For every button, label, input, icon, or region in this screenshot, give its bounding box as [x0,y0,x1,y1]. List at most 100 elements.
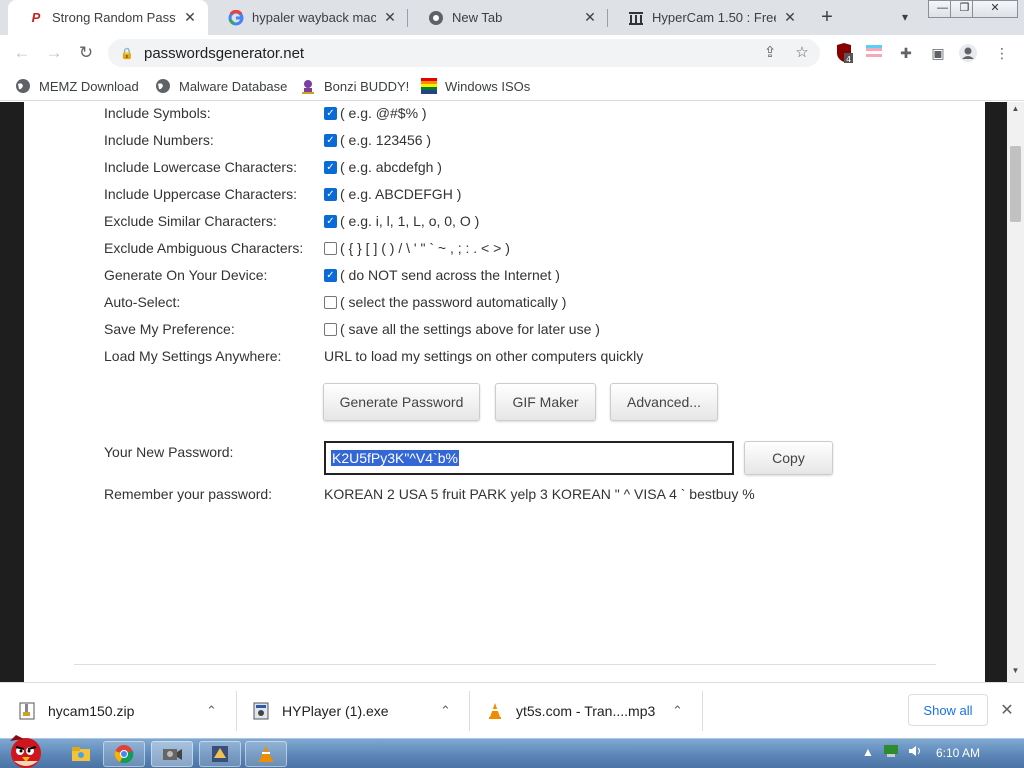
reload-icon[interactable]: ↻ [74,41,98,65]
scroll-down-arrow-icon[interactable]: ▼ [1007,664,1024,678]
download-item-yt5s[interactable]: yt5s.com - Tran....mp3 ⌃ [486,683,702,739]
option-label: Load My Settings Anywhere: [104,348,282,364]
option-include-numbers: Include Numbers: ✓( e.g. 123456 ) [104,130,431,150]
extensions-puzzle-icon[interactable]: ✚ [896,43,916,63]
chevron-up-icon[interactable]: ⌃ [440,703,451,719]
scroll-up-arrow-icon[interactable]: ▲ [1007,102,1024,116]
hyplayer-taskbar-icon[interactable] [199,741,241,767]
bookmark-label: MEMZ Download [39,78,139,94]
close-icon[interactable]: ✕ [582,9,598,26]
option-label: Exclude Ambiguous Characters: [104,240,304,256]
close-icon[interactable]: ✕ [382,9,398,26]
include-uppercase-checkbox[interactable]: ✓ [324,187,337,201]
address-bar[interactable]: 🔒 passwordsgenerator.net ⇪ ☆ [108,39,820,67]
tab-strong-random-password[interactable]: P Strong Random Passw ✕ [8,0,208,35]
windows-flag-icon [421,78,437,94]
bookmark-label: Windows ISOs [445,78,531,94]
tab-strip: P Strong Random Passw ✕ hypaler wayback … [0,0,1024,35]
copy-button[interactable]: Copy [744,441,833,475]
passwordsgenerator-favicon: P [31,10,41,25]
option-hint: ( { } [ ] ( ) / \ ' " ` ~ , ; : . < > ) [340,240,510,256]
hypercam-taskbar-icon[interactable] [151,741,193,767]
include-symbols-checkbox[interactable]: ✓ [324,106,337,120]
network-tray-icon[interactable] [884,745,898,760]
gif-maker-button[interactable]: GIF Maker [495,383,596,421]
address-url[interactable]: passwordsgenerator.net [144,45,304,62]
bookmarks-bar: MEMZ Download Malware Database Bonzi BUD… [0,71,1024,101]
ublock-shield-icon[interactable]: 4 [834,43,854,64]
download-filename: HYPlayer (1).exe [282,703,389,719]
option-hint: ( e.g. ABCDEFGH ) [340,186,462,202]
password-field[interactable]: K2U5fPy3K"^V4`b% [324,441,734,475]
vlc-cone-icon [486,702,504,720]
chevron-up-icon[interactable]: ⌃ [672,703,683,719]
bookmark-memz-download[interactable]: MEMZ Download [15,76,139,96]
close-icon[interactable]: ✕ [182,9,198,26]
menu-kebab-icon[interactable]: ⋮ [992,43,1012,63]
generate-password-button[interactable]: Generate Password [323,383,480,421]
taskbar-clock[interactable]: 6:10 AM [936,746,980,760]
bookmark-label: Bonzi BUDDY! [324,78,410,94]
option-exclude-ambiguous: Exclude Ambiguous Characters: ( { } [ ] … [104,238,510,258]
tab-search-chevron-icon[interactable]: ▾ [895,7,915,27]
option-label: Include Numbers: [104,132,214,148]
option-save-preference: Save My Preference: ( save all the setti… [104,319,600,339]
volume-tray-icon[interactable] [908,745,922,760]
load-settings-url-text[interactable]: URL to load my settings on other compute… [324,348,643,364]
password-value[interactable]: K2U5fPy3K"^V4`b% [331,450,459,466]
option-include-uppercase: Include Uppercase Characters: ✓( e.g. AB… [104,184,461,204]
close-icon[interactable]: ✕ [997,700,1017,720]
extension-flag-icon[interactable] [864,43,884,63]
window-close-button[interactable]: ✕ [972,0,1018,18]
chrome-taskbar-icon[interactable] [103,741,145,767]
tab-hypaler-wayback[interactable]: hypaler wayback machi ✕ [208,0,408,35]
bookmark-malware-database[interactable]: Malware Database [155,76,287,96]
divider [74,664,936,665]
vlc-taskbar-icon[interactable] [245,741,287,767]
share-icon[interactable]: ⇪ [760,43,780,63]
option-include-lowercase: Include Lowercase Characters: ✓( e.g. ab… [104,157,442,177]
bookmark-star-icon[interactable]: ☆ [792,43,812,63]
bookmark-windows-isos[interactable]: Windows ISOs [421,76,530,96]
option-exclude-similar: Exclude Similar Characters: ✓( e.g. i, l… [104,211,479,231]
download-item-hyplayer[interactable]: HYPlayer (1).exe ⌃ [252,683,468,739]
profile-avatar-icon[interactable] [958,43,978,63]
globe-icon [155,78,171,94]
tab-title: hypaler wayback machi [252,10,376,25]
generate-on-device-checkbox[interactable]: ✓ [324,268,337,282]
download-item-hycam[interactable]: hycam150.zip ⌃ [18,683,240,739]
download-divider [236,691,237,731]
forward-arrow-icon[interactable]: → [42,41,66,65]
lock-icon[interactable]: 🔒 [120,47,134,60]
bookmark-bonzi-buddy[interactable]: Bonzi BUDDY! [300,76,409,96]
angry-bird-start-icon[interactable] [2,731,50,768]
page-scrollbar[interactable]: ▲ ▼ [1007,102,1024,682]
tab-title: HyperCam 1.50 : Free D [652,10,776,25]
option-hint: ( save all the settings above for later … [340,321,600,337]
advanced-button[interactable]: Advanced... [610,383,718,421]
tray-expand-icon[interactable]: ▲ [862,745,874,759]
new-tab-button[interactable]: + [815,5,839,29]
include-numbers-checkbox[interactable]: ✓ [324,133,337,147]
show-all-button[interactable]: Show all [908,694,988,726]
exclude-ambiguous-checkbox[interactable] [324,241,337,255]
folder-taskbar-icon[interactable] [62,741,100,767]
scrollbar-thumb[interactable] [1010,146,1021,222]
chevron-up-icon[interactable]: ⌃ [206,703,217,719]
tab-title: Strong Random Passw [52,10,176,25]
close-icon[interactable]: ✕ [782,9,798,26]
include-lowercase-checkbox[interactable]: ✓ [324,160,337,174]
option-label: Include Uppercase Characters: [104,186,297,202]
remember-row: Remember your password: KOREAN 2 USA 5 f… [104,484,755,504]
save-preference-checkbox[interactable] [324,322,337,336]
archive-org-icon [628,10,644,26]
password-label: Your New Password: [104,444,234,460]
option-hint: ( e.g. abcdefgh ) [340,159,442,175]
back-arrow-icon[interactable]: ← [10,41,34,65]
tab-hypercam[interactable]: HyperCam 1.50 : Free D ✕ [608,0,808,35]
option-load-settings: Load My Settings Anywhere: URL to load m… [104,346,643,366]
auto-select-checkbox[interactable] [324,295,337,309]
side-panel-icon[interactable]: ▣ [928,43,948,63]
tab-new-tab[interactable]: New Tab ✕ [408,0,608,35]
exclude-similar-checkbox[interactable]: ✓ [324,214,337,228]
